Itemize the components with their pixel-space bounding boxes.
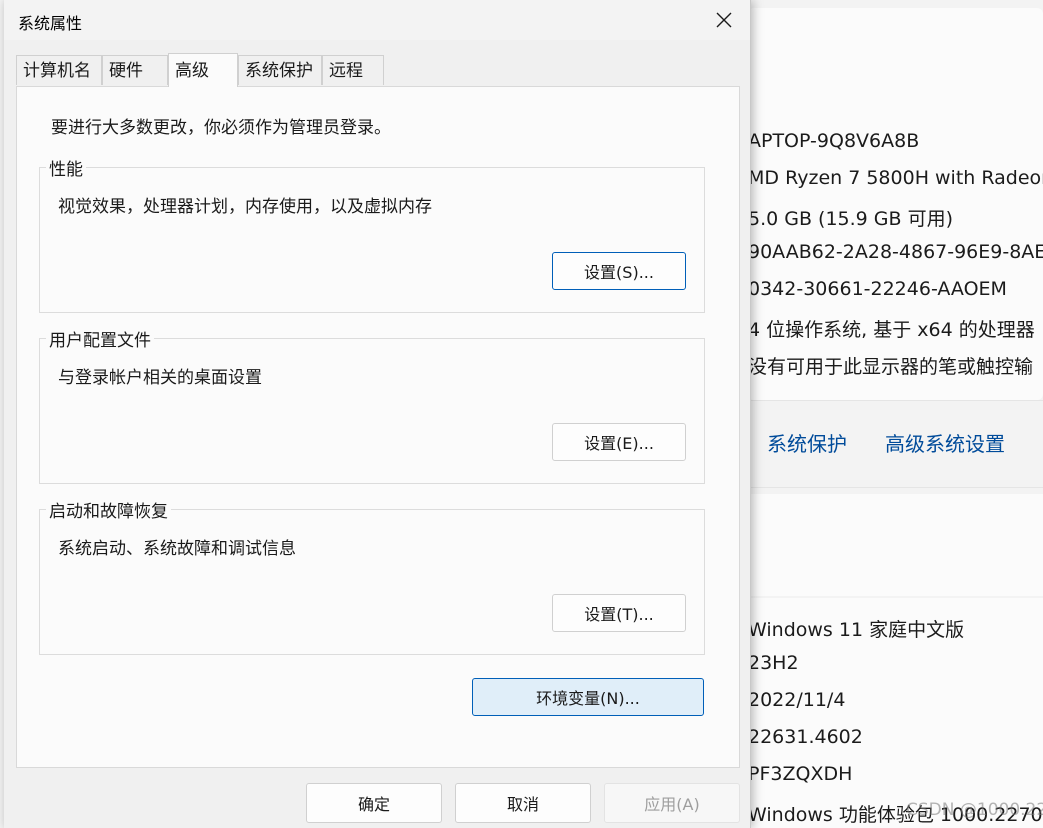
processor-value: MD Ryzen 7 5800H with Radeon <box>748 167 1043 189</box>
performance-title: 性能 <box>46 155 86 180</box>
product-id-value: 0342-30661-22246-AAOEM <box>748 278 1007 300</box>
pen-touch-value: 没有可用于此显示器的笔或触控输 <box>748 356 1034 378</box>
title-bar: 系统属性 <box>4 0 750 40</box>
tab-computer-name[interactable]: 计算机名 <box>16 55 102 85</box>
dialog-footer: 确定 取消 应用(A) <box>4 768 750 828</box>
startup-recovery-group: 启动和故障恢复 系统启动、系统故障和调试信息 设置(T)... <box>39 497 705 655</box>
advanced-tab-panel: 要进行大多数更改，你必须作为管理员登录。 性能 视觉效果，处理器计划，内存使用，… <box>16 86 740 768</box>
system-properties-dialog: 系统属性 计算机名 硬件 高级 系统保护 远程 要进行大多数更改，你必须作为管理… <box>4 0 751 828</box>
tab-advanced[interactable]: 高级 <box>168 53 238 87</box>
admin-note: 要进行大多数更改，你必须作为管理员登录。 <box>51 118 391 138</box>
apply-button[interactable]: 应用(A) <box>604 783 740 823</box>
device-name-value: APTOP-9Q8V6A8B <box>748 130 920 152</box>
install-date-value: 2022/11/4 <box>748 689 846 711</box>
edition-value: Windows 11 家庭中文版 <box>748 619 965 641</box>
tab-system-protection[interactable]: 系统保护 <box>238 55 322 85</box>
user-profiles-group: 用户配置文件 与登录帐户相关的桌面设置 设置(E)... <box>39 326 705 484</box>
performance-settings-button[interactable]: 设置(S)... <box>552 252 686 290</box>
user-profiles-desc: 与登录帐户相关的桌面设置 <box>58 368 262 388</box>
startup-recovery-settings-button[interactable]: 设置(T)... <box>552 594 686 632</box>
os-build-value: 22631.4602 <box>748 726 863 748</box>
performance-group: 性能 视觉效果，处理器计划，内存使用，以及虚拟内存 设置(S)... <box>39 155 705 313</box>
tab-remote[interactable]: 远程 <box>322 55 384 85</box>
user-profiles-title: 用户配置文件 <box>46 326 154 351</box>
system-protection-link[interactable]: 系统保护 <box>767 428 847 457</box>
background-card <box>748 494 1043 596</box>
close-button[interactable] <box>704 4 744 36</box>
user-profiles-settings-button[interactable]: 设置(E)... <box>552 423 686 461</box>
startup-recovery-title: 启动和故障恢复 <box>46 497 171 522</box>
watermark: CSDN @1000.22700 <box>906 800 1043 820</box>
close-icon <box>716 12 732 28</box>
ram-value: 5.0 GB (15.9 GB 可用) <box>748 208 954 230</box>
system-type-value: 4 位操作系统, 基于 x64 的处理器 <box>748 319 1035 341</box>
ok-button[interactable]: 确定 <box>306 783 442 823</box>
environment-variables-button[interactable]: 环境变量(N)... <box>472 678 704 716</box>
tab-hardware[interactable]: 硬件 <box>102 55 168 85</box>
performance-desc: 视觉效果，处理器计划，内存使用，以及虚拟内存 <box>58 197 432 217</box>
startup-recovery-desc: 系统启动、系统故障和调试信息 <box>58 539 296 559</box>
advanced-system-settings-link[interactable]: 高级系统设置 <box>885 428 1005 457</box>
cancel-button[interactable]: 取消 <box>455 783 591 823</box>
device-id-value: 90AAB62-2A28-4867-96E9-8AE <box>748 241 1043 263</box>
version-value: 23H2 <box>748 652 799 674</box>
serial-value: PF3ZQXDH <box>748 763 853 785</box>
dialog-title: 系统属性 <box>18 14 83 33</box>
